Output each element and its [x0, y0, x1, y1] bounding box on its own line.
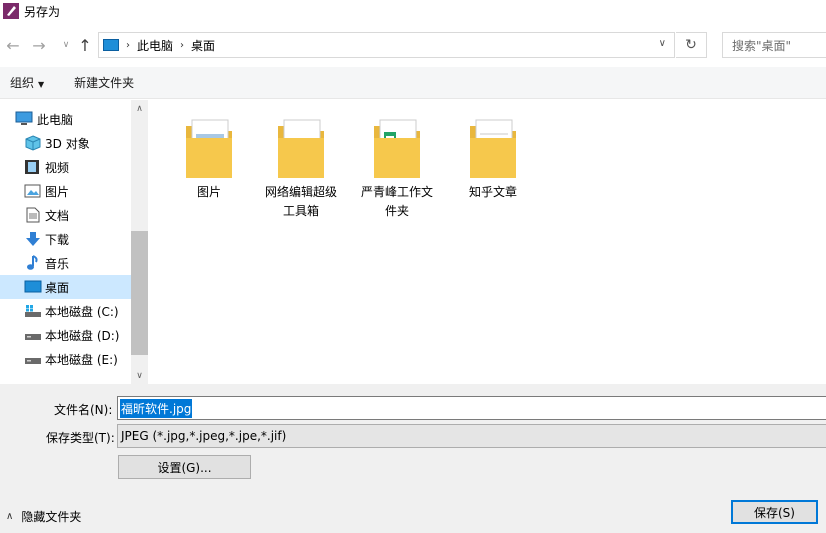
download-icon	[26, 232, 40, 246]
desktop-icon	[24, 280, 42, 293]
hide-folders-label: 隐藏文件夹	[21, 510, 82, 524]
scroll-down-arrow-icon[interactable]: ∨	[131, 367, 148, 384]
sidebar-scrollbar[interactable]: ∧ ∨	[131, 100, 148, 384]
file-list: 图片 网络编辑超级 工具箱 严青峰工作文 件夹 知乎文章	[149, 100, 826, 384]
chevron-up-icon: ∧	[6, 511, 14, 522]
up-button[interactable]: ↑	[74, 34, 96, 56]
folder-name: 知乎文章	[468, 185, 517, 199]
sidebar-item-drive-c[interactable]: 本地磁盘 (C:)	[0, 299, 131, 323]
folder-item[interactable]: 网络编辑超级 工具箱	[257, 112, 345, 220]
sidebar-item-downloads[interactable]: 下载	[0, 227, 131, 251]
address-bar[interactable]: › 此电脑 › 桌面 ∨	[98, 32, 675, 58]
folder-name: 严青峰工作文	[360, 185, 433, 199]
documents-icon	[26, 207, 40, 223]
sidebar-item-label: 下载	[45, 232, 70, 247]
pictures-icon	[24, 184, 41, 198]
breadcrumb-desktop[interactable]: 桌面	[191, 37, 215, 54]
sidebar-item-drive-d[interactable]: 本地磁盘 (D:)	[0, 323, 131, 347]
computer-icon	[15, 111, 33, 125]
window-title: 另存为	[24, 4, 61, 19]
chevron-right-icon: ›	[180, 39, 185, 51]
sidebar-item-drive-e[interactable]: 本地磁盘 (E:)	[0, 347, 131, 371]
chevron-down-icon[interactable]: ∨	[659, 38, 666, 49]
organize-menu[interactable]: 组织 ▼	[10, 74, 44, 91]
command-bar: 组织 ▼ 新建文件夹	[0, 67, 826, 99]
3d-objects-icon	[25, 135, 41, 151]
folder-name-line2: 工具箱	[282, 204, 319, 218]
folder-name: 图片	[196, 185, 221, 199]
sidebar-item-label: 视频	[45, 160, 70, 175]
navigation-pane: 此电脑 3D 对象 视频 图片 文档 下载 音乐 桌面 本地磁盘 (C:) 本地…	[0, 100, 148, 384]
sidebar-item-music[interactable]: 音乐	[0, 251, 131, 275]
music-icon	[27, 255, 38, 270]
chevron-right-icon: ›	[126, 39, 130, 51]
filetype-select[interactable]: JPEG (*.jpg,*.jpeg,*.jpe,*.jif)	[117, 424, 826, 448]
folder-icon	[470, 119, 516, 178]
sidebar-item-label: 本地磁盘 (C:)	[45, 304, 119, 319]
folder-icon	[278, 119, 324, 178]
sidebar-item-label: 此电脑	[37, 112, 74, 127]
sidebar-item-label: 3D 对象	[45, 136, 90, 151]
back-button[interactable]: ←	[2, 34, 24, 56]
search-input[interactable]: 搜索"桌面"	[722, 32, 826, 58]
folder-item[interactable]: 严青峰工作文 件夹	[353, 112, 441, 220]
drive-icon	[25, 334, 41, 340]
scrollbar-thumb[interactable]	[131, 231, 148, 355]
caret-down-icon: ▼	[38, 80, 45, 89]
sidebar-item-desktop[interactable]: 桌面	[0, 275, 131, 299]
folder-icon	[374, 119, 420, 178]
title-bar: 另存为	[0, 0, 826, 22]
sidebar-item-documents[interactable]: 文档	[0, 203, 131, 227]
folder-item[interactable]: 图片	[165, 112, 253, 203]
save-button[interactable]: 保存(S)	[731, 500, 818, 524]
app-icon	[3, 3, 19, 19]
folder-icon	[186, 119, 232, 178]
filename-label: 文件名(N):	[54, 403, 113, 417]
sidebar-item-this-pc[interactable]: 此电脑	[0, 107, 131, 131]
organize-label: 组织	[10, 76, 35, 90]
breadcrumb-this-pc[interactable]: 此电脑	[137, 37, 173, 54]
scroll-up-arrow-icon[interactable]: ∧	[131, 100, 148, 117]
settings-button[interactable]: 设置(G)...	[118, 455, 251, 479]
save-form-panel: 文件名(N): 福昕软件.jpg 保存类型(T): JPEG (*.jpg,*.…	[0, 384, 826, 533]
sidebar-item-label: 桌面	[45, 280, 70, 295]
refresh-button[interactable]: ↻	[676, 32, 707, 58]
sidebar-item-pictures[interactable]: 图片	[0, 179, 131, 203]
navigation-bar: ← → ∨ ↑ › 此电脑 › 桌面 ∨ ↻ 搜索"桌面"	[0, 28, 826, 64]
windows-drive-icon	[25, 305, 41, 317]
folder-name: 网络编辑超级	[264, 185, 337, 199]
filename-value: 福昕软件.jpg	[120, 398, 193, 418]
folder-name-line2: 件夹	[384, 204, 409, 218]
sidebar-item-label: 文档	[45, 208, 70, 223]
sidebar-item-3d-objects[interactable]: 3D 对象	[0, 131, 131, 155]
drive-icon	[25, 358, 41, 364]
new-folder-button[interactable]: 新建文件夹	[74, 74, 134, 91]
filename-input[interactable]: 福昕软件.jpg	[117, 396, 826, 420]
desktop-icon	[103, 39, 119, 51]
sidebar-item-label: 音乐	[45, 256, 70, 271]
folder-item[interactable]: 知乎文章	[449, 112, 537, 203]
sidebar-item-label: 本地磁盘 (E:)	[45, 352, 118, 367]
sidebar-item-label: 本地磁盘 (D:)	[45, 328, 120, 343]
sidebar-item-label: 图片	[45, 184, 70, 199]
video-icon	[25, 160, 39, 174]
sidebar-item-videos[interactable]: 视频	[0, 155, 131, 179]
forward-button[interactable]: →	[28, 34, 50, 56]
hide-folders-toggle[interactable]: ∧ 隐藏文件夹	[6, 508, 81, 525]
filetype-label: 保存类型(T):	[46, 431, 115, 445]
